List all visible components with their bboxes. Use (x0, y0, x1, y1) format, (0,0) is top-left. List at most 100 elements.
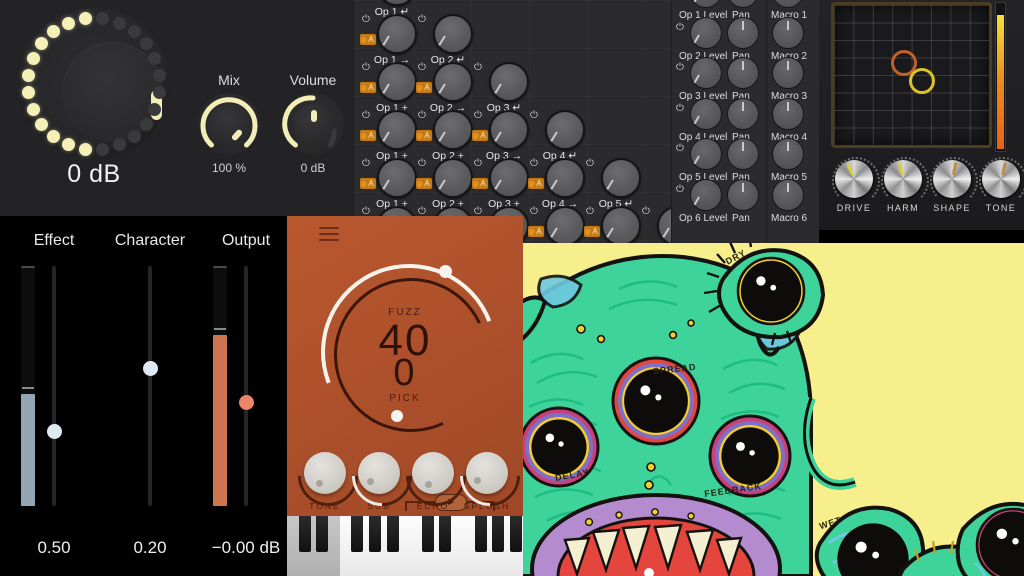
fm-amount-knob[interactable] (433, 110, 473, 150)
pick-handle[interactable] (391, 410, 403, 422)
fm-amount-knob[interactable] (489, 62, 529, 102)
knob-group-drive[interactable]: DRIVE (829, 157, 880, 213)
black-key[interactable] (386, 516, 399, 552)
power-icon[interactable]: ⏻ (474, 159, 482, 169)
black-key[interactable] (351, 516, 364, 552)
op-power-icon[interactable]: ⏻ (676, 22, 684, 33)
pedal-knob-echo[interactable] (393, 433, 479, 519)
macro-knob[interactable] (772, 57, 804, 89)
power-icon[interactable]: ⏻ (362, 15, 370, 25)
phase-badge[interactable]: φ A (584, 226, 600, 237)
macro-knob[interactable] (772, 16, 804, 49)
fm-amount-knob[interactable] (433, 14, 473, 54)
knob-harm[interactable] (881, 157, 929, 205)
black-key[interactable] (492, 516, 505, 552)
point-yellow[interactable] (909, 67, 936, 94)
fm-amount-knob[interactable] (377, 14, 417, 54)
black-key[interactable] (439, 516, 452, 552)
fm-amount-knob[interactable] (377, 158, 417, 198)
pedal-knob-group-echo[interactable]: ECHO (393, 433, 479, 519)
phase-badge[interactable]: φ A (416, 130, 432, 141)
slider-thumb[interactable] (142, 361, 158, 377)
phase-badge[interactable]: φ A (416, 178, 432, 189)
fm-amount-knob[interactable] (601, 158, 641, 198)
black-key[interactable] (474, 516, 487, 552)
mix-knob-group[interactable]: Mix 100 % (189, 72, 269, 175)
op-level-knob[interactable] (690, 16, 722, 49)
phase-badge[interactable]: φ A (360, 130, 376, 141)
power-icon[interactable]: ⏻ (418, 111, 426, 121)
power-icon[interactable]: ⏻ (362, 111, 370, 121)
op-level-knob[interactable] (690, 0, 722, 8)
knob-group-harm[interactable]: HARM (878, 157, 929, 213)
fuzz-handle[interactable] (439, 265, 452, 278)
power-icon[interactable]: ⏻ (418, 159, 426, 169)
fm-amount-knob[interactable] (377, 62, 417, 102)
slider-track[interactable] (142, 266, 158, 506)
power-icon[interactable]: ⏻ (362, 159, 370, 169)
pedal-knob-group-splosh[interactable]: SPLOSH (447, 433, 533, 519)
black-key[interactable] (298, 516, 311, 552)
pedal-knob-group-tone[interactable]: TONE (285, 433, 371, 519)
power-icon[interactable]: ⏻ (418, 15, 426, 25)
op-level-knob[interactable] (690, 178, 722, 211)
op-level-knob[interactable] (690, 138, 722, 170)
knob-drive[interactable] (832, 157, 880, 205)
knob-tone[interactable] (979, 157, 1024, 205)
op-level-knob[interactable] (690, 97, 722, 130)
fm-amount-knob[interactable] (489, 158, 529, 198)
phase-badge[interactable]: φ A (472, 130, 488, 141)
power-icon[interactable]: ⏻ (586, 207, 594, 217)
macro-knob[interactable] (772, 0, 804, 8)
fm-amount-knob[interactable] (545, 206, 585, 243)
phase-badge[interactable]: φ A (528, 226, 544, 237)
power-icon[interactable]: ⏻ (474, 111, 482, 121)
menu-icon[interactable] (319, 227, 339, 241)
fm-amount-knob[interactable] (545, 158, 585, 198)
op-power-icon[interactable]: ⏻ (676, 184, 684, 195)
fm-amount-knob[interactable] (601, 206, 641, 243)
power-icon[interactable]: ⏻ (586, 159, 594, 169)
macro-knob[interactable] (772, 138, 804, 170)
pedal-knob-group-sub[interactable]: SUB (339, 433, 425, 519)
power-icon[interactable]: ⏻ (530, 207, 538, 217)
phase-badge[interactable]: φ A (528, 178, 544, 189)
volume-knob-group[interactable]: Volume 0 dB (273, 72, 353, 175)
op-power-icon[interactable]: ⏻ (676, 143, 684, 154)
macro-knob[interactable] (772, 97, 804, 130)
power-icon[interactable]: ⏻ (642, 207, 650, 217)
volume-knob[interactable] (282, 93, 344, 155)
slider-thumb[interactable] (238, 394, 254, 410)
black-key[interactable] (509, 516, 522, 552)
pedal-knob-tone[interactable] (285, 433, 371, 519)
phase-badge[interactable]: φ A (360, 34, 376, 45)
slider-thumb[interactable] (46, 423, 62, 439)
op-pan-knob[interactable] (727, 16, 759, 49)
knob-shape[interactable] (930, 157, 978, 205)
master-gain-knob[interactable] (18, 8, 170, 160)
op-pan-knob[interactable] (727, 97, 759, 130)
op-pan-knob[interactable] (727, 57, 759, 89)
power-icon[interactable]: ⏻ (474, 63, 482, 73)
xy-pad[interactable] (831, 2, 992, 148)
black-key[interactable] (421, 516, 434, 552)
phase-badge[interactable]: φ A (472, 178, 488, 189)
phase-badge[interactable]: φ A (360, 178, 376, 189)
fm-amount-knob[interactable] (489, 110, 529, 150)
slider-track[interactable] (238, 266, 254, 506)
op-pan-knob[interactable] (727, 178, 759, 211)
fm-amount-knob[interactable] (433, 158, 473, 198)
fm-amount-knob[interactable] (545, 110, 585, 150)
slider-track[interactable] (46, 266, 62, 506)
knob-group-shape[interactable]: SHAPE (927, 157, 978, 213)
power-icon[interactable]: ⏻ (530, 159, 538, 169)
power-icon[interactable]: ⏻ (362, 63, 370, 73)
op-pan-knob[interactable] (727, 138, 759, 170)
black-key[interactable] (316, 516, 329, 552)
op-power-icon[interactable]: ⏻ (676, 62, 684, 73)
knob-group-tone[interactable]: TONE (976, 157, 1024, 213)
fm-amount-knob[interactable] (377, 110, 417, 150)
pedal-knob-splosh[interactable] (447, 433, 533, 519)
power-icon[interactable]: ⏻ (418, 63, 426, 73)
phase-badge[interactable]: φ A (360, 82, 376, 93)
